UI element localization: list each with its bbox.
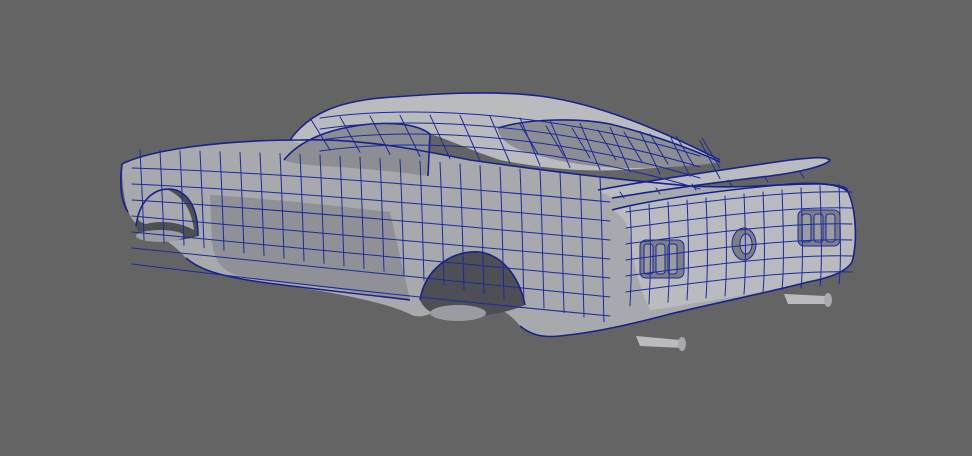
3d-viewport[interactable] xyxy=(0,0,972,456)
tail-lights-left xyxy=(639,239,685,279)
mesh-line-spoiler xyxy=(799,171,805,179)
car-wireframe-model[interactable] xyxy=(0,0,972,456)
fuel-cap xyxy=(731,227,757,261)
